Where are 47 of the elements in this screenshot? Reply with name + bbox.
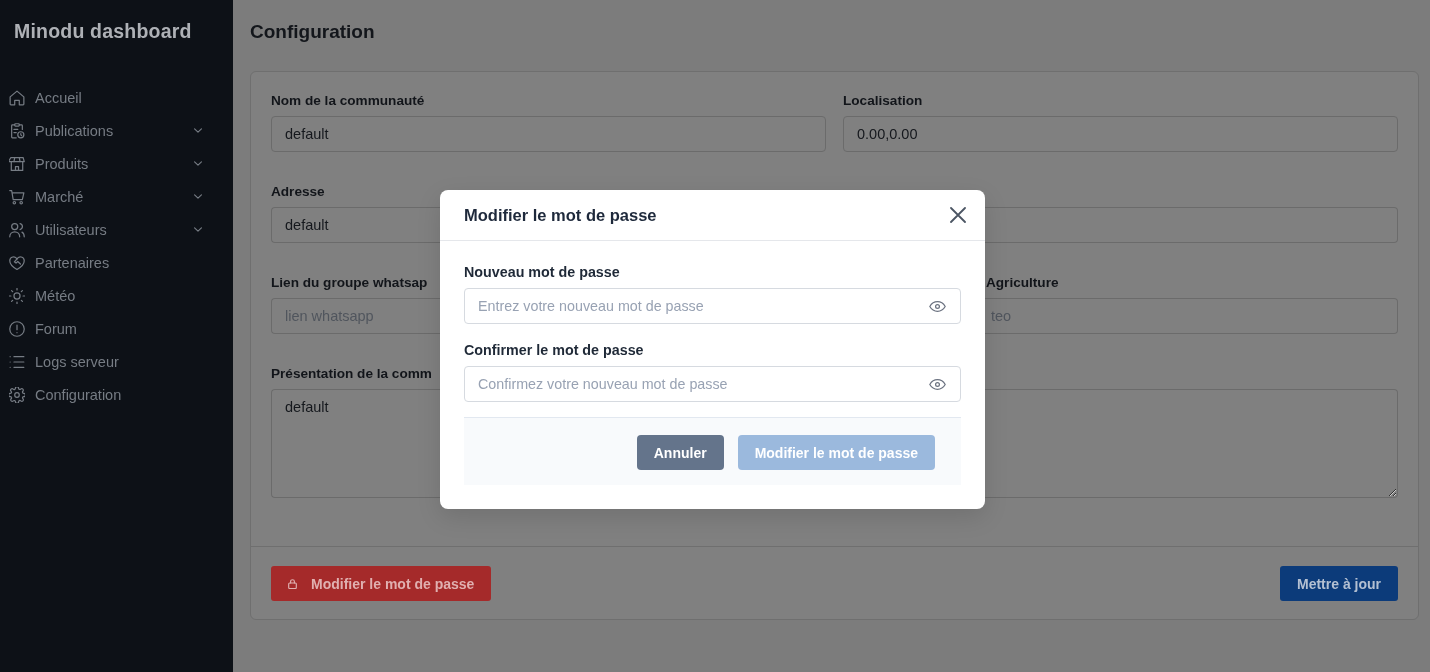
users-icon (9, 221, 25, 238)
sidebar-item[interactable]: Marché (0, 180, 208, 213)
dialog-title: Modifier le mot de passe (464, 205, 657, 225)
page-title: Configuration (250, 20, 375, 44)
home-icon (9, 89, 25, 106)
cart-icon (9, 188, 25, 205)
text-field[interactable]: 0.00,0.00 (843, 116, 1398, 152)
password-field[interactable]: Entrez votre nouveau mot de passe (464, 288, 961, 324)
sun-icon (9, 287, 25, 304)
field-label: Présentation de la comm (271, 365, 432, 382)
sidebar-item[interactable]: Météo (0, 279, 208, 312)
sidebar-item[interactable]: Publications (0, 114, 208, 147)
change-password-button[interactable]: Modifier le mot de passe (271, 566, 492, 601)
text-field[interactable]: default (271, 116, 826, 152)
alert-circle-icon (9, 320, 25, 337)
sidebar-item[interactable]: Utilisateurs (0, 213, 208, 246)
text-field[interactable]: default (271, 207, 440, 243)
sidebar-item[interactable]: Forum (0, 312, 208, 345)
textarea-field[interactable] (985, 389, 1398, 498)
update-button[interactable]: Mettre à jour (1280, 566, 1398, 601)
close-icon (950, 207, 966, 223)
field-label: Agriculture (986, 274, 1059, 291)
sidebar-item[interactable]: Produits (0, 147, 208, 180)
eye-icon[interactable] (929, 378, 946, 390)
field-label: Nom de la communauté (271, 92, 425, 109)
gear-icon (9, 386, 25, 403)
clipboard-clock-icon (9, 122, 25, 139)
cancel-button[interactable]: Annuler (636, 435, 724, 470)
heart-handshake-icon (9, 254, 25, 271)
field-label: Localisation (843, 92, 923, 109)
password-field[interactable]: Confirmez votre nouveau mot de passe (464, 366, 961, 402)
app-title: Minodu dashboard (14, 19, 192, 43)
field-label: Confirmer le mot de passe (464, 341, 644, 359)
sidebar-item[interactable]: Configuration (0, 378, 208, 411)
text-field[interactable] (985, 207, 1398, 243)
store-icon (9, 155, 25, 172)
sidebar-item[interactable]: Accueil (0, 81, 208, 114)
sidebar-item[interactable]: Partenaires (0, 246, 208, 279)
field-label: Nouveau mot de passe (464, 263, 620, 281)
sidebar-item[interactable]: Logs serveur (0, 345, 208, 378)
field-label: Lien du groupe whatsap (271, 274, 428, 291)
eye-icon[interactable] (929, 300, 946, 312)
textarea-field[interactable]: default (271, 389, 440, 498)
field-label: Adresse (271, 183, 325, 200)
lock-icon (288, 578, 297, 589)
list-icon (9, 353, 25, 370)
close-button[interactable] (950, 207, 966, 223)
